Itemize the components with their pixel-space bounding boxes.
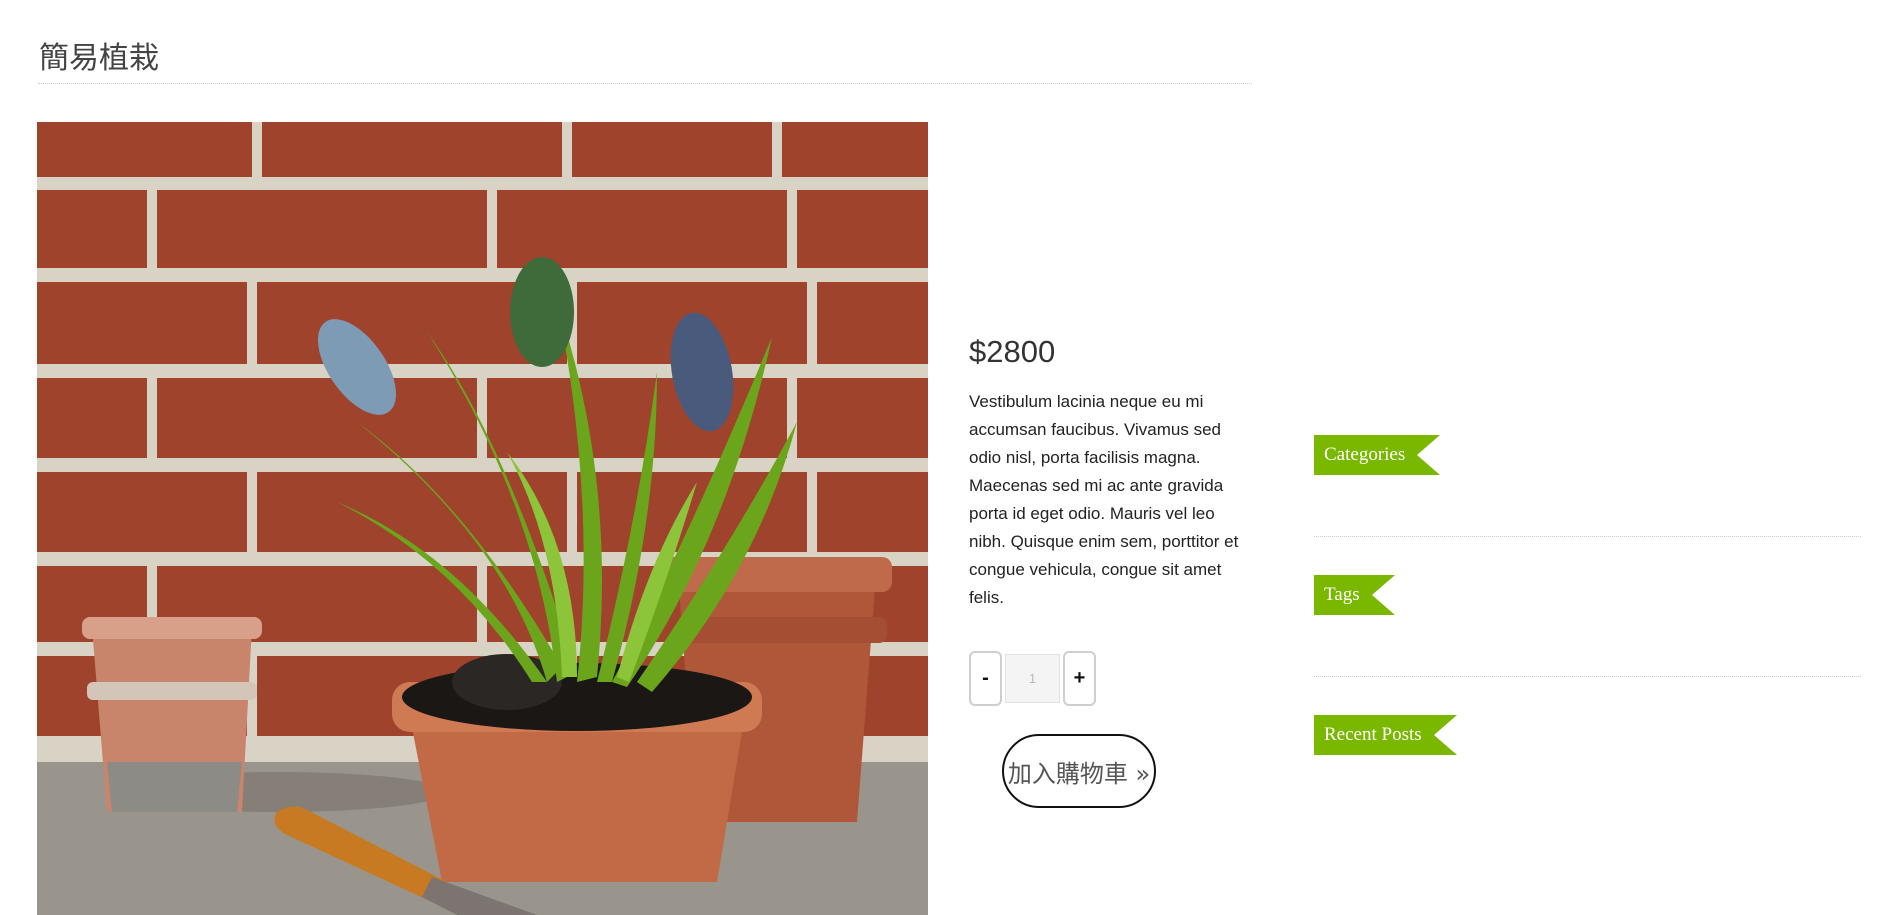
add-to-cart-button[interactable]: 加入購物車 »: [1002, 734, 1156, 808]
product-image[interactable]: [37, 122, 928, 915]
widget-title-recent-posts: Recent Posts: [1314, 715, 1457, 755]
widget-title-tags: Tags: [1314, 575, 1395, 615]
widget-divider: [1314, 536, 1861, 537]
quantity-increase-button[interactable]: +: [1063, 650, 1096, 706]
title-divider: [38, 83, 1252, 84]
quantity-decrease-button[interactable]: -: [969, 650, 1002, 706]
quantity-stepper: - +: [969, 650, 1096, 706]
quantity-input[interactable]: [1005, 653, 1060, 703]
page-title: 簡易植栽: [39, 41, 159, 76]
widget-divider: [1314, 676, 1861, 677]
product-price: $2800: [969, 334, 1056, 369]
widget-title-categories: Categories: [1314, 435, 1441, 475]
product-description: Vestibulum lacinia neque eu mi accumsan …: [969, 392, 1239, 607]
